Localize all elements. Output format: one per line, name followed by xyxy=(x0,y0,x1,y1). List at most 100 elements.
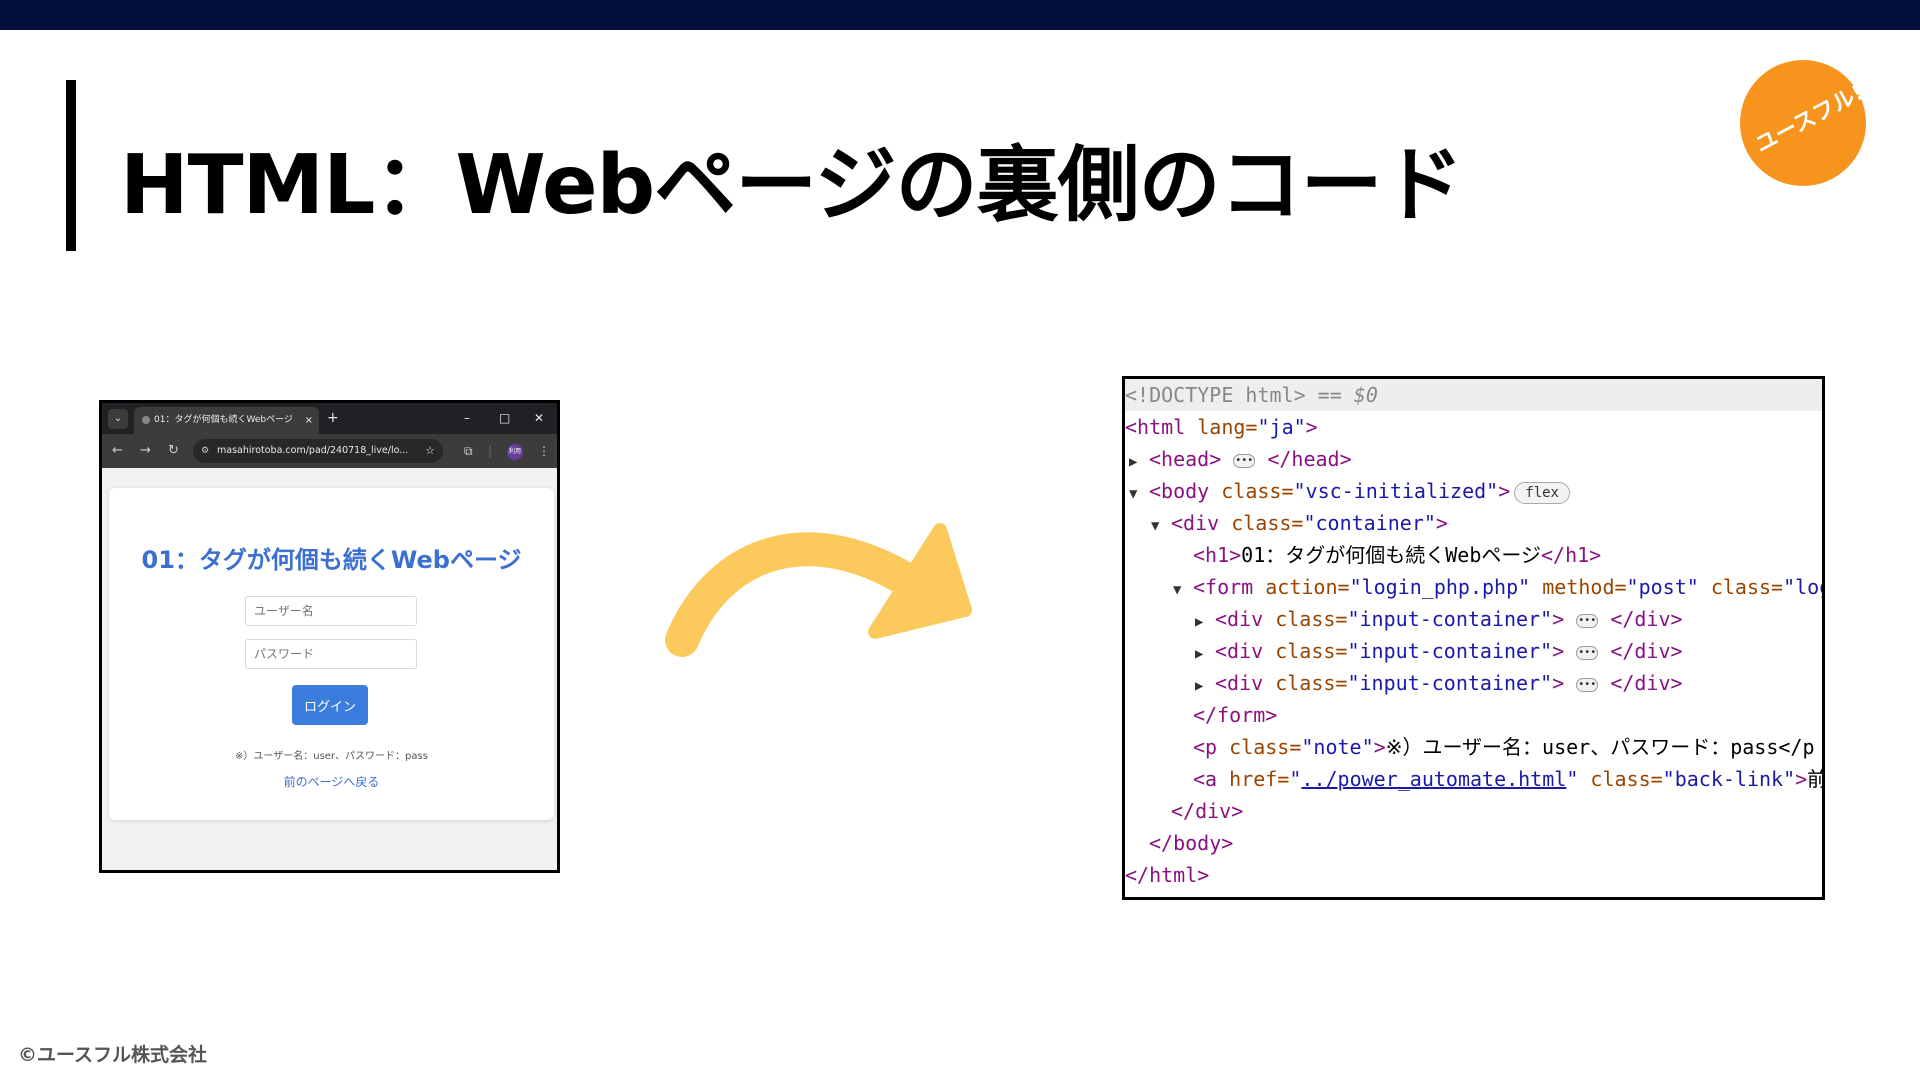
form-open-tag: <form xyxy=(1193,575,1254,599)
div-open-tag: <div xyxy=(1171,511,1220,535)
form-action-value: "login_php.php" xyxy=(1349,575,1531,599)
tab-search-icon[interactable]: ⌄ xyxy=(108,409,128,429)
login-button[interactable]: ログイン xyxy=(292,685,368,725)
code-line-doctype[interactable]: <!DOCTYPE html> == $0 xyxy=(1125,379,1822,411)
h1-close-tag: </h1> xyxy=(1540,543,1602,567)
collapse-triangle-icon[interactable]: ▼ xyxy=(1129,478,1149,510)
code-line-back-link[interactable]: <a href="../power_automate.html" class="… xyxy=(1193,763,1822,795)
password-input[interactable] xyxy=(245,639,417,669)
p-attr: class= xyxy=(1229,735,1302,759)
div-close-tag: </div> xyxy=(1610,639,1683,663)
code-line-form[interactable]: ▼ <form action="login_php.php" method="po… xyxy=(1173,571,1822,606)
h1-open-tag: <h1> xyxy=(1193,543,1242,567)
a-text: 前のペ xyxy=(1807,767,1822,791)
address-bar: ← → ↻ ⚙ masahirotoba.com/pad/240718_live… xyxy=(102,434,557,468)
menu-kebab-icon[interactable]: ⋮ xyxy=(538,440,550,462)
profile-avatar[interactable]: 利用 xyxy=(507,444,523,460)
code-line-head[interactable]: ▶ <head> ••• </head> xyxy=(1129,443,1352,475)
new-tab-button[interactable]: + xyxy=(327,407,339,429)
title-accent-bar xyxy=(66,80,76,251)
back-icon[interactable]: ← xyxy=(112,440,123,462)
toolbar-divider: | xyxy=(488,444,493,458)
form-attr-method: method= xyxy=(1542,575,1627,599)
code-line-input-div-3[interactable]: ▶ <div class="input-container"> ••• </div… xyxy=(1195,667,1683,699)
div-attr: class= xyxy=(1275,639,1348,663)
extensions-icon[interactable]: ⧉ xyxy=(464,440,473,462)
code-line-note[interactable]: <p class="note">※）ユーザー名：user、パスワード：pass<… xyxy=(1193,731,1815,763)
expand-triangle-icon[interactable]: ▶ xyxy=(1195,638,1215,670)
browser-tab[interactable]: 01：タグが何個も続くWebページ × xyxy=(134,407,319,434)
code-line-html[interactable]: <html lang="ja"> xyxy=(1125,411,1318,443)
forward-icon[interactable]: → xyxy=(140,440,151,462)
p-open-tag: <p xyxy=(1193,735,1218,759)
ellipsis-badge[interactable]: ••• xyxy=(1576,677,1599,692)
copyright-text: ©ユースフル株式会社 xyxy=(18,1044,208,1066)
head-open-tag: <head> xyxy=(1149,447,1222,471)
code-line-input-div-1[interactable]: ▶ <div class="input-container"> ••• </div… xyxy=(1195,603,1683,635)
expand-triangle-icon[interactable]: ▶ xyxy=(1129,446,1149,478)
div-close-tag: </div> xyxy=(1171,799,1244,823)
flex-badge[interactable]: flex xyxy=(1514,481,1570,504)
devtools-code-panel: <!DOCTYPE html> == $0 <html lang="ja"> ▶… xyxy=(1122,376,1825,900)
div-open-tag: <div xyxy=(1215,671,1264,695)
tab-close-icon[interactable]: × xyxy=(305,407,313,434)
code-line-body-close[interactable]: </body> xyxy=(1149,827,1233,859)
code-line-body[interactable]: ▼ <body class="vsc-initialized"> flex xyxy=(1129,475,1570,507)
html-open-tag: <html xyxy=(1125,415,1186,439)
logo-text: ユースフル! xyxy=(1751,80,1869,159)
expand-triangle-icon[interactable]: ▶ xyxy=(1195,606,1215,638)
form-class-value: "login- xyxy=(1783,575,1822,599)
expand-triangle-icon[interactable]: ▶ xyxy=(1195,670,1215,702)
div-attr-value: "input-container" xyxy=(1347,607,1553,631)
body-attr-value: "vsc-initialized" xyxy=(1293,479,1499,503)
form-close-tag: </form> xyxy=(1193,703,1278,727)
div-open-tag: <div xyxy=(1215,639,1264,663)
div-attr: class= xyxy=(1231,511,1304,535)
tab-strip: ⌄ 01：タグが何個も続くWebページ × + – □ ✕ xyxy=(102,403,557,434)
code-line-h1[interactable]: <h1>01：タグが何個も続くWebページ</h1> xyxy=(1193,539,1601,571)
curved-arrow-icon xyxy=(665,523,972,657)
reload-icon[interactable]: ↻ xyxy=(168,440,179,462)
ellipsis-badge[interactable]: ••• xyxy=(1576,645,1599,660)
code-line-container-close[interactable]: </div> xyxy=(1171,795,1243,827)
url-input[interactable]: ⚙ masahirotoba.com/pad/240718_live/lo...… xyxy=(193,439,443,463)
code-line-container[interactable]: ▼ <div class="container"> xyxy=(1151,507,1448,539)
back-link[interactable]: 前のページへ戻る xyxy=(109,773,554,790)
ellipsis-badge[interactable]: ••• xyxy=(1233,453,1256,468)
form-method-value: "post" xyxy=(1626,575,1699,599)
collapse-triangle-icon[interactable]: ▼ xyxy=(1173,574,1193,606)
html-close-tag: </html> xyxy=(1125,863,1210,887)
minimize-icon[interactable]: – xyxy=(464,407,470,429)
code-line-form-close[interactable]: </form> xyxy=(1193,699,1277,731)
selected-node-marker: == $0 xyxy=(1317,383,1378,407)
div-attr: class= xyxy=(1275,671,1348,695)
code-line-input-div-2[interactable]: ▶ <div class="input-container"> ••• </div… xyxy=(1195,635,1683,667)
div-attr-value: "input-container" xyxy=(1347,639,1553,663)
collapse-triangle-icon[interactable]: ▼ xyxy=(1151,510,1171,542)
form-attr-action: action= xyxy=(1265,575,1350,599)
body-close-tag: </body> xyxy=(1149,831,1234,855)
form-attr-class: class= xyxy=(1710,575,1784,599)
a-class-value: "back-link" xyxy=(1662,767,1796,791)
maximize-icon[interactable]: □ xyxy=(499,407,510,429)
tab-title: 01：タグが何個も続くWebページ xyxy=(154,415,293,425)
username-input[interactable] xyxy=(245,596,417,626)
h1-text: 01：タグが何個も続くWebページ xyxy=(1241,543,1541,567)
href-link[interactable]: ../power_automate.html xyxy=(1301,767,1566,791)
page-viewport: 01：タグが何個も続くWebページ ログイン ※）ユーザー名：user、パスワー… xyxy=(102,468,557,870)
div-close-tag: </div> xyxy=(1610,607,1683,631)
slide-title: HTML：Webページの裏側のコード xyxy=(120,138,1464,233)
site-info-icon[interactable]: ⚙ xyxy=(201,439,209,463)
div-attr-value: "container" xyxy=(1303,511,1436,535)
div-attr-value: "input-container" xyxy=(1347,671,1553,695)
div-attr: class= xyxy=(1275,607,1348,631)
bookmark-star-icon[interactable]: ☆ xyxy=(425,439,435,463)
ellipsis-badge[interactable]: ••• xyxy=(1576,613,1599,628)
html-attr: lang= xyxy=(1197,415,1258,439)
close-window-icon[interactable]: ✕ xyxy=(534,407,544,429)
p-attr-value: "note" xyxy=(1301,735,1374,759)
code-line-html-close[interactable]: </html> xyxy=(1125,859,1209,891)
head-close-tag: </head> xyxy=(1267,447,1352,471)
a-attr-class: class= xyxy=(1590,767,1663,791)
page-heading: 01：タグが何個も続くWebページ xyxy=(141,546,522,574)
